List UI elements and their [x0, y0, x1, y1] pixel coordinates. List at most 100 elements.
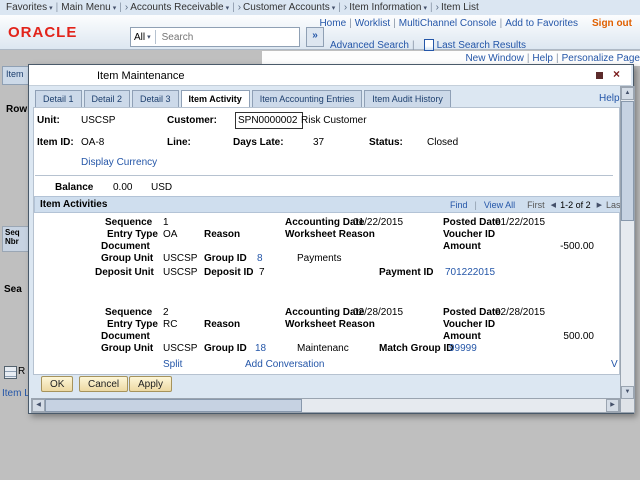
worksheet-reason-label: Worksheet Reason: [285, 319, 375, 330]
next-page-icon[interactable]: ▶: [597, 201, 602, 209]
customer-field[interactable]: [235, 112, 303, 129]
days-late-label: Days Late:: [233, 137, 284, 148]
first-link[interactable]: First: [527, 200, 545, 210]
group-id-label: Group ID: [204, 343, 247, 354]
close-icon[interactable]: ×: [613, 67, 620, 81]
dropdown-arrow-icon: ▾: [147, 33, 151, 41]
tab-item-activity[interactable]: Item Activity: [181, 90, 250, 108]
vertical-scrollbar[interactable]: ▲ ▼: [620, 86, 635, 400]
tab-detail-2[interactable]: Detail 2: [84, 90, 131, 108]
breadcrumb-item-item-information[interactable]: ›Item Information▾: [344, 2, 427, 13]
ok-button[interactable]: OK: [41, 376, 73, 392]
new-window-link[interactable]: New Window: [465, 53, 523, 64]
help-link[interactable]: Help: [532, 53, 553, 64]
search-input[interactable]: [160, 31, 296, 44]
deposit-id-label: Deposit ID: [204, 267, 253, 278]
payment-id-link[interactable]: 701222015: [445, 267, 495, 278]
tab-item-accounting-entries[interactable]: Item Accounting Entries: [252, 90, 363, 108]
breadcrumb-item-item-list[interactable]: ›Item List: [436, 2, 479, 13]
sign-out-link[interactable]: Sign out: [592, 18, 632, 29]
reason-label: Reason: [204, 319, 240, 330]
breadcrumb-item-favorites[interactable]: Favorites▾: [6, 2, 53, 13]
view-all-link[interactable]: View All: [484, 200, 515, 210]
search-box: All ▾: [130, 27, 300, 47]
group-id-link[interactable]: 18: [255, 343, 266, 354]
header-links: Home | Worklist | MultiChannel Console |…: [319, 18, 632, 29]
divider: [155, 30, 156, 44]
status-label: Status:: [369, 137, 403, 148]
search-scope-dropdown[interactable]: All: [134, 32, 145, 43]
entry-type-value: RC: [163, 319, 177, 330]
tab-detail-1[interactable]: Detail 1: [35, 90, 82, 108]
add-conversation-link[interactable]: Add Conversation: [245, 359, 325, 370]
sequence-label: Sequence: [105, 307, 152, 318]
chevron-icon: ›: [238, 2, 241, 13]
breadcrumb-item-main-menu[interactable]: Main Menu▾: [61, 2, 116, 13]
last-search-results-link[interactable]: Last Search Results: [437, 40, 527, 51]
add-to-favorites-link[interactable]: Add to Favorites: [505, 18, 578, 29]
item-maintenance-modal: Item Maintenance × Detail 1 Detail 2 Det…: [28, 64, 634, 414]
split-link[interactable]: Split: [163, 359, 182, 370]
activity-category: Payments: [297, 253, 341, 264]
tab-item-audit-history[interactable]: Item Audit History: [364, 90, 451, 108]
amount-value: 500.00: [524, 331, 594, 342]
vertical-scroll-thumb[interactable]: [621, 101, 634, 221]
amount-value: -500.00: [524, 241, 594, 252]
item-activities-header: Item Activities Find | View All First ◀ …: [34, 196, 629, 213]
sequence-value: 1: [163, 217, 169, 228]
find-link[interactable]: Find: [450, 200, 468, 210]
item-list-link[interactable]: Item L: [2, 388, 30, 399]
match-group-id-link[interactable]: 99999: [449, 343, 477, 354]
horizontal-scrollbar[interactable]: ◀ ▶: [31, 398, 620, 413]
chevron-icon: ›: [436, 2, 439, 13]
popup-icon: [596, 72, 603, 79]
modal-help-link[interactable]: Help: [599, 93, 620, 104]
deposit-id-value: 7: [259, 267, 265, 278]
breadcrumb-item-accounts-receivable[interactable]: ›Accounts Receivable▾: [125, 2, 229, 13]
sequence-value: 2: [163, 307, 169, 318]
scroll-right-icon[interactable]: ▶: [606, 399, 619, 412]
oracle-logo: ORACLE: [8, 24, 77, 41]
prev-page-icon[interactable]: ◀: [551, 201, 556, 209]
amount-label: Amount: [443, 331, 481, 342]
status-value: Closed: [427, 137, 458, 148]
advanced-search-link[interactable]: Advanced Search: [330, 40, 409, 51]
background-rows-fragment: Row: [6, 104, 27, 115]
home-link[interactable]: Home: [319, 18, 346, 29]
tab-detail-3[interactable]: Detail 3: [132, 90, 179, 108]
scroll-up-icon[interactable]: ▲: [621, 87, 634, 100]
background-return-fragment: R: [18, 366, 25, 377]
dropdown-arrow-icon: ▾: [113, 5, 117, 12]
chevron-icon: ›: [125, 2, 128, 13]
dropdown-arrow-icon: ▾: [332, 5, 336, 12]
reason-label: Reason: [204, 229, 240, 240]
group-id-link[interactable]: 8: [257, 253, 263, 264]
multichannel-console-link[interactable]: MultiChannel Console: [399, 18, 497, 29]
match-group-id-label: Match Group ID: [379, 343, 453, 354]
worksheet-reason-label: Worksheet Reason: [285, 229, 375, 240]
view-link-truncated[interactable]: V: [611, 359, 618, 370]
search-go-button[interactable]: »: [306, 27, 324, 47]
scroll-left-icon[interactable]: ◀: [32, 399, 45, 412]
apply-button[interactable]: Apply: [129, 376, 172, 392]
personalize-page-link[interactable]: Personalize Page: [562, 53, 640, 64]
horizontal-scroll-thumb[interactable]: [45, 399, 302, 412]
breadcrumb-item-customer-accounts[interactable]: ›Customer Accounts▾: [238, 2, 336, 13]
document-label: Document: [101, 241, 150, 252]
unit-value: USCSP: [81, 115, 115, 126]
dropdown-arrow-icon: ▾: [424, 5, 428, 12]
header-bar: ORACLE All ▾ » Home | Worklist | MultiCh…: [0, 15, 640, 50]
cancel-button[interactable]: Cancel: [79, 376, 128, 392]
entry-type-label: Entry Type: [107, 229, 158, 240]
group-unit-value: USCSP: [163, 253, 197, 264]
line-label: Line:: [167, 137, 191, 148]
balance-label: Balance: [55, 182, 93, 193]
group-unit-label: Group Unit: [101, 253, 153, 264]
sequence-label: Sequence: [105, 217, 152, 228]
customer-label: Customer:: [167, 115, 217, 126]
display-currency-link[interactable]: Display Currency: [81, 157, 157, 168]
deposit-unit-value: USCSP: [163, 267, 197, 278]
dropdown-arrow-icon: ▾: [226, 5, 230, 12]
worklist-link[interactable]: Worklist: [355, 18, 390, 29]
row-range: 1-2 of 2: [560, 200, 591, 210]
